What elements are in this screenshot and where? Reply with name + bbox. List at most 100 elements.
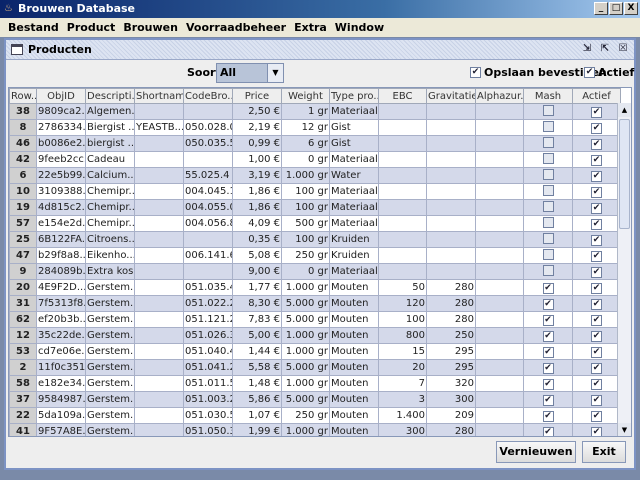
table-cell[interactable]: 4d815c2... — [36, 199, 86, 216]
table-cell[interactable]: 1.000 gr — [281, 279, 330, 296]
actief-cell[interactable]: ✔ — [572, 247, 621, 264]
column-header[interactable]: Mash — [523, 88, 573, 104]
table-cell[interactable] — [134, 231, 184, 248]
table-cell[interactable]: 004.055.0 — [183, 199, 233, 216]
mash-cell[interactable] — [523, 263, 573, 280]
table-cell[interactable]: ef20b3b... — [36, 311, 86, 328]
table-cell[interactable]: 0 gr — [281, 263, 330, 280]
table-cell[interactable]: 9F57A8E... — [36, 423, 86, 436]
table-cell[interactable] — [426, 135, 476, 152]
table-cell[interactable]: 5,58 € — [232, 359, 282, 376]
table-cell[interactable]: 5.000 gr — [281, 311, 330, 328]
table-cell[interactable] — [475, 407, 524, 424]
table-cell[interactable] — [426, 247, 476, 264]
table-cell[interactable]: Gerstem... — [85, 375, 135, 392]
table-cell[interactable]: 3 — [378, 391, 427, 408]
table-cell[interactable]: Gerstem... — [85, 407, 135, 424]
mash-cell[interactable]: ✔ — [523, 375, 573, 392]
table-cell[interactable]: Gerstem... — [85, 311, 135, 328]
table-cell[interactable]: 0,99 € — [232, 135, 282, 152]
actief-cell[interactable]: ✔ — [572, 263, 621, 280]
checkbox-checked-icon[interactable]: ✔ — [591, 138, 602, 150]
table-row[interactable]: 225da109a...Gerstem... 051.030.51,07 €250… — [9, 407, 621, 424]
actief-cell[interactable]: ✔ — [572, 167, 621, 184]
table-cell[interactable]: 1,00 € — [232, 151, 282, 168]
column-header[interactable]: Type pro... — [329, 88, 379, 104]
actief-cell[interactable]: ✔ — [572, 327, 621, 344]
table-cell[interactable] — [426, 167, 476, 184]
table-cell[interactable]: Materiaal — [329, 263, 379, 280]
table-cell[interactable] — [475, 327, 524, 344]
table-cell[interactable]: Biergist ... — [85, 119, 135, 136]
frame-maximize-icon[interactable]: ⇱ — [598, 42, 612, 56]
actief-cell[interactable]: ✔ — [572, 119, 621, 136]
frame-close-icon[interactable]: ☒ — [616, 42, 630, 56]
table-cell[interactable] — [475, 103, 524, 120]
checkbox-checked-icon[interactable]: ✔ — [591, 250, 602, 262]
vernieuwen-button[interactable]: Vernieuwen — [496, 441, 576, 463]
table-row[interactable]: 46b0086e2...biergist ... 050.035.50,99 €6… — [9, 135, 621, 152]
table-cell[interactable] — [475, 343, 524, 360]
table-cell[interactable]: 10 — [9, 183, 37, 200]
table-cell[interactable]: 6 — [9, 167, 37, 184]
table-cell[interactable]: 1,44 € — [232, 343, 282, 360]
table-cell[interactable]: 9809ca2... — [36, 103, 86, 120]
table-cell[interactable] — [426, 231, 476, 248]
table-cell[interactable]: 280 — [426, 423, 476, 436]
column-header[interactable]: Actief — [572, 88, 621, 104]
table-cell[interactable] — [475, 359, 524, 376]
mash-cell[interactable]: ✔ — [523, 279, 573, 296]
table-cell[interactable]: 100 gr — [281, 199, 330, 216]
table-row[interactable]: 379584987...Gerstem... 051.003.25,86 €5.0… — [9, 391, 621, 408]
table-row[interactable]: 317f5313f8...Gerstem... 051.022.28,30 €5.… — [9, 295, 621, 312]
table-cell[interactable] — [183, 231, 233, 248]
table-cell[interactable]: Mouten — [329, 343, 379, 360]
checkbox-unchecked-icon[interactable] — [542, 200, 554, 212]
table-cell[interactable]: 5.000 gr — [281, 295, 330, 312]
table-cell[interactable] — [426, 119, 476, 136]
chevron-down-icon[interactable]: ▼ — [267, 64, 283, 82]
table-cell[interactable]: 41 — [9, 423, 37, 436]
table-cell[interactable] — [378, 135, 427, 152]
mash-cell[interactable] — [523, 199, 573, 216]
table-cell[interactable]: 5.000 gr — [281, 391, 330, 408]
table-cell[interactable]: 19 — [9, 199, 37, 216]
checkbox-checked-icon[interactable]: ✔ — [542, 362, 554, 374]
checkbox-checked-icon[interactable]: ✔ — [591, 298, 602, 310]
table-cell[interactable] — [475, 167, 524, 184]
table-cell[interactable]: 280 — [426, 279, 476, 296]
table-cell[interactable] — [134, 167, 184, 184]
table-cell[interactable]: 250 gr — [281, 247, 330, 264]
table-cell[interactable]: Extra kos... — [85, 263, 135, 280]
table-cell[interactable]: Calcium... — [85, 167, 135, 184]
table-cell[interactable]: 2,50 € — [232, 103, 282, 120]
close-button[interactable]: X — [624, 2, 638, 15]
mash-cell[interactable] — [523, 215, 573, 232]
actief-cell[interactable]: ✔ — [572, 199, 621, 216]
table-cell[interactable]: 20 — [9, 279, 37, 296]
table-cell[interactable] — [475, 215, 524, 232]
table-cell[interactable]: Materiaal — [329, 183, 379, 200]
table-cell[interactable]: Mouten — [329, 423, 379, 436]
table-cell[interactable] — [378, 215, 427, 232]
column-header[interactable]: Shortname — [134, 88, 184, 104]
table-cell[interactable]: 1,99 € — [232, 423, 282, 436]
table-cell[interactable]: 500 gr — [281, 215, 330, 232]
table-row[interactable]: 58e182e34...Gerstem... 051.011.51,48 €1.0… — [9, 375, 621, 392]
table-cell[interactable]: Materiaal — [329, 215, 379, 232]
table-cell[interactable]: 051.121.2 — [183, 311, 233, 328]
menu-brouwen[interactable]: Brouwen — [119, 18, 182, 37]
actief-cell[interactable]: ✔ — [572, 343, 621, 360]
minimize-button[interactable]: _ — [594, 2, 608, 15]
table-cell[interactable]: 9,00 € — [232, 263, 282, 280]
table-row[interactable]: 47 b29f8a8... Eikenho... 006.141.6 5,08 €250… — [9, 247, 621, 264]
table-cell[interactable] — [426, 183, 476, 200]
actief-cell[interactable]: ✔ — [572, 151, 621, 168]
table-cell[interactable]: Gerstem... — [85, 343, 135, 360]
table-cell[interactable] — [475, 199, 524, 216]
mash-cell[interactable]: ✔ — [523, 327, 573, 344]
mash-cell[interactable] — [523, 167, 573, 184]
table-cell[interactable] — [378, 199, 427, 216]
table-cell[interactable]: 38 — [9, 103, 37, 120]
checkbox-checked-icon[interactable]: ✔ — [591, 426, 602, 436]
